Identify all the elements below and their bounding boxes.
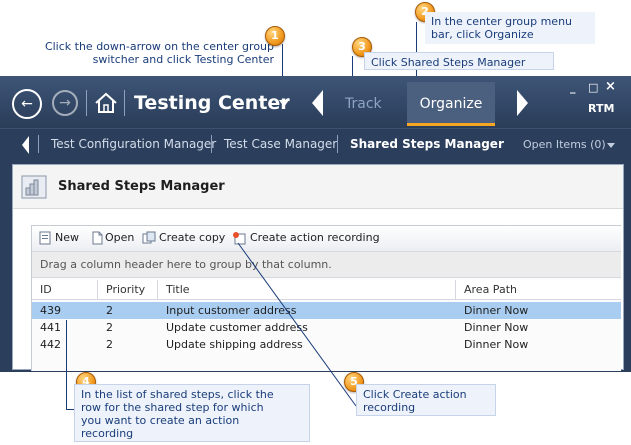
callout-1-line1: Click the down-arrow on the center group: [44, 40, 274, 53]
shared-steps-grid: New Open Create copy Create action recor…: [31, 225, 621, 371]
cell-priority: 2: [106, 321, 113, 334]
column-header-title[interactable]: Title: [158, 280, 456, 300]
rtm-label: RTM: [588, 102, 615, 115]
minimize-button[interactable]: _: [570, 81, 576, 94]
callout-4-line2: row for the shared step for which: [81, 401, 264, 414]
callout-1-text: Click the down-arrow on the center group…: [34, 40, 274, 66]
cell-area-path: Dinner Now: [464, 321, 529, 334]
table-row[interactable]: 441 2 Update customer address Dinner Now: [32, 319, 621, 336]
scroll-right-arrow[interactable]: [517, 90, 528, 116]
callout-1-badge: 1: [265, 26, 285, 46]
subnav-item-test-configuration-manager[interactable]: Test Configuration Manager: [51, 137, 216, 151]
app-window: ← → Testing Center Track Organize _ □ × …: [0, 76, 631, 372]
callout-5-line1: Click Create action: [363, 388, 467, 401]
open-items-menu[interactable]: Open Items (0): [523, 138, 606, 151]
subnav-separator: [337, 135, 338, 153]
pane-header: Shared Steps Manager: [13, 165, 623, 209]
subnav-separator: [38, 135, 39, 153]
center-group-title: Testing Center: [134, 92, 290, 114]
callout-2-box: In the center group menu bar, click Orga…: [425, 12, 595, 44]
callout-4-line3: you want to create an action: [81, 414, 240, 427]
subnav-separator: [211, 135, 212, 153]
open-button[interactable]: Open: [105, 231, 134, 244]
callout-2-line2: bar, click Organize: [431, 28, 534, 41]
cell-priority: 2: [106, 338, 113, 351]
screenshot-root: Click the down-arrow on the center group…: [0, 0, 631, 445]
callout-4-line1: In the list of shared steps, click the: [81, 388, 274, 401]
new-button[interactable]: New: [55, 231, 79, 244]
copy-icon: [142, 231, 156, 244]
table-row[interactable]: 442 2 Update shipping address Dinner Now: [32, 336, 621, 353]
maximize-button[interactable]: □: [588, 81, 598, 94]
shared-steps-manager-pane: Shared Steps Manager New Open Create cop…: [12, 164, 624, 371]
callout-5-box: Click Create action recording: [356, 384, 496, 416]
subnav-item-shared-steps-manager[interactable]: Shared Steps Manager: [350, 137, 504, 151]
group-by-hint[interactable]: Drag a column header here to group by th…: [32, 252, 621, 278]
cell-area-path: Dinner Now: [464, 304, 529, 317]
pane-title: Shared Steps Manager: [58, 179, 225, 194]
forward-button[interactable]: →: [52, 90, 78, 116]
cell-title: Update customer address: [166, 321, 308, 334]
create-action-recording-button[interactable]: Create action recording: [250, 231, 380, 244]
open-icon: [92, 231, 103, 245]
tab-organize[interactable]: Organize: [407, 82, 495, 126]
shared-steps-icon: [21, 175, 47, 199]
cell-area-path: Dinner Now: [464, 338, 529, 351]
column-header-priority[interactable]: Priority: [98, 280, 158, 300]
column-header-id[interactable]: ID: [32, 280, 98, 300]
callout-5-line2: recording: [363, 401, 416, 414]
chevron-down-icon[interactable]: [607, 143, 615, 148]
callout-4-line4: recording: [81, 427, 134, 440]
callout-4-leader-h: [66, 409, 74, 410]
home-icon[interactable]: [94, 92, 118, 114]
cell-title: Input customer address: [166, 304, 297, 317]
sub-navigation-bar: Test Configuration Manager Test Case Man…: [0, 128, 631, 160]
callout-3-box: Click Shared Steps Manager: [364, 52, 554, 70]
column-header-area-path[interactable]: Area Path: [456, 280, 621, 300]
cell-id: 439: [40, 304, 61, 317]
new-icon: [39, 231, 51, 245]
cell-title: Update shipping address: [166, 338, 303, 351]
cell-id: 441: [40, 321, 61, 334]
callout-4-leader: [66, 320, 67, 410]
nav-separator: [86, 90, 87, 116]
callout-2-line1: In the center group menu: [431, 15, 573, 28]
grid-toolbar: New Open Create copy Create action recor…: [32, 226, 621, 252]
cell-id: 442: [40, 338, 61, 351]
action-recording-icon: [233, 232, 246, 245]
cell-priority: 2: [106, 304, 113, 317]
home-separator: [124, 90, 125, 116]
callout-1-line2: switcher and click Testing Center: [92, 53, 274, 66]
callout-4-box: In the list of shared steps, click the r…: [74, 384, 310, 442]
subnav-back-arrow[interactable]: [22, 136, 29, 154]
tab-track[interactable]: Track: [345, 96, 382, 112]
table-row[interactable]: 439 2 Input customer address Dinner Now: [32, 302, 621, 319]
back-button[interactable]: ←: [12, 89, 42, 119]
close-button[interactable]: ×: [605, 79, 616, 94]
subnav-item-test-case-manager[interactable]: Test Case Manager: [224, 137, 337, 151]
center-group-switcher-arrow[interactable]: [279, 100, 289, 107]
title-bar: ← → Testing Center Track Organize _ □ × …: [0, 76, 631, 128]
scroll-left-arrow[interactable]: [312, 90, 323, 116]
create-copy-button[interactable]: Create copy: [159, 231, 225, 244]
